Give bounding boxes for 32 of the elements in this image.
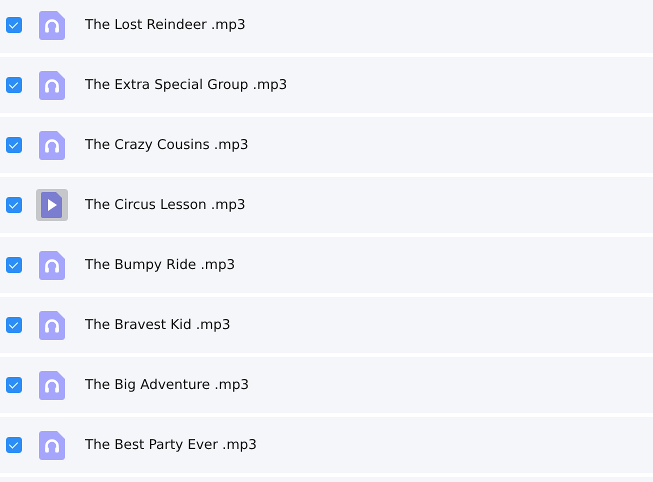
checkbox[interactable] (6, 17, 22, 33)
audio-file-icon (39, 130, 65, 160)
file-name: The Lost Reindeer .mp3 (85, 17, 246, 33)
file-name: The Bravest Kid .mp3 (85, 317, 230, 333)
file-row[interactable]: The Bumpy Ride .mp3 (0, 237, 653, 293)
file-name: The Crazy Cousins .mp3 (85, 137, 249, 153)
file-name: The Big Adventure .mp3 (85, 377, 249, 393)
file-row[interactable]: The Bravest Kid .mp3 (0, 297, 653, 353)
checkbox[interactable] (6, 317, 22, 333)
file-name: The Extra Special Group .mp3 (85, 77, 288, 93)
file-row[interactable]: The Extra Special Group .mp3 (0, 57, 653, 113)
audio-file-icon (39, 430, 65, 460)
checkbox[interactable] (6, 77, 22, 93)
checkbox[interactable] (6, 257, 22, 273)
file-name: The Bumpy Ride .mp3 (85, 257, 236, 273)
audio-file-icon (39, 10, 65, 40)
audio-file-icon (39, 370, 65, 400)
audio-file-icon (39, 310, 65, 340)
checkbox[interactable] (6, 437, 22, 453)
play-file-icon[interactable] (36, 189, 68, 221)
file-row[interactable]: The Big Adventure .mp3 (0, 357, 653, 413)
file-row[interactable]: The Lost Reindeer .mp3 (0, 0, 653, 53)
file-row[interactable]: The Crazy Cousins .mp3 (0, 117, 653, 173)
checkbox[interactable] (6, 137, 22, 153)
checkbox[interactable] (6, 197, 22, 213)
file-name: The Circus Lesson .mp3 (85, 197, 246, 213)
audio-file-icon (39, 250, 65, 280)
audio-file-icon (39, 70, 65, 100)
file-row[interactable]: The Circus Lesson .mp3 (0, 177, 653, 233)
file-row[interactable]: The Best Party Ever .mp3 (0, 417, 653, 473)
file-name: The Best Party Ever .mp3 (85, 437, 257, 453)
checkbox[interactable] (6, 377, 22, 393)
